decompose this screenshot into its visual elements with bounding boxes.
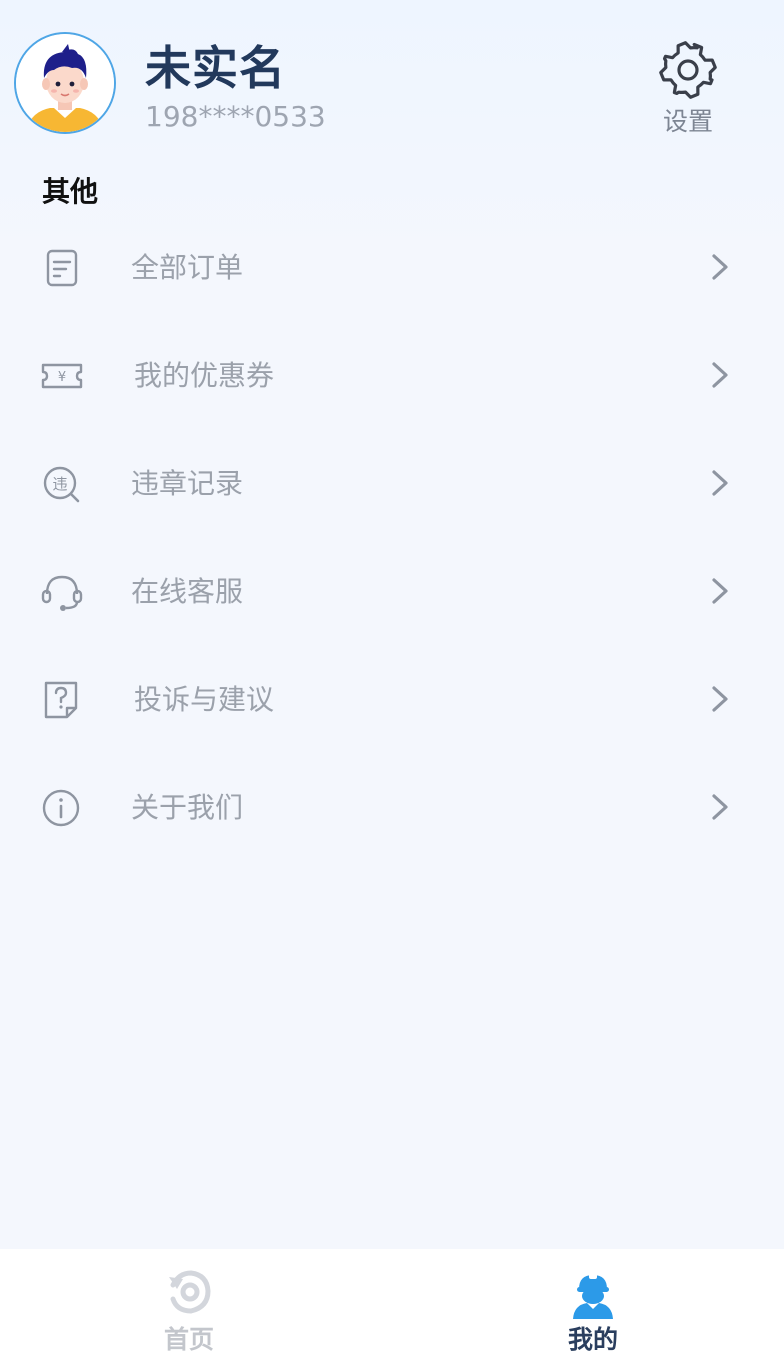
info-icon [42, 789, 80, 827]
menu-item-coupons[interactable]: ¥ 我的优惠券 [0, 320, 784, 428]
menu-item-label: 关于我们 [131, 791, 244, 824]
gear-icon [659, 41, 717, 99]
menu-item-label: 违章记录 [131, 467, 244, 500]
menu-item-orders[interactable]: 全部订单 [0, 212, 784, 320]
coupon-icon: ¥ [41, 363, 83, 389]
settings-button[interactable]: 设置 [650, 36, 726, 136]
menu-item-label: 我的优惠券 [134, 359, 275, 392]
menu-item-label: 在线客服 [131, 575, 244, 608]
menu-item-customer-service[interactable]: 在线客服 [0, 536, 784, 644]
tab-mine-label: 我的 [567, 1325, 618, 1354]
tab-mine[interactable]: 我的 [493, 1249, 693, 1361]
home-icon [169, 1270, 211, 1314]
section-title: 其他 [42, 175, 99, 208]
chevron-right-icon [712, 362, 728, 388]
menu-item-violations[interactable]: 违 违章记录 [0, 428, 784, 536]
tab-home-label: 首页 [163, 1325, 214, 1354]
avatar[interactable] [14, 32, 116, 134]
menu-item-label: 投诉与建议 [134, 683, 275, 716]
settings-label: 设置 [662, 107, 713, 136]
avatar-illustration [16, 34, 114, 132]
user-name: 未实名 [145, 41, 286, 95]
feedback-icon [44, 681, 78, 719]
svg-text:¥: ¥ [58, 370, 66, 385]
menu-item-about[interactable]: 关于我们 [0, 752, 784, 860]
bottom-tab-bar: 首页 我的 [0, 1249, 784, 1361]
menu-item-label: 全部订单 [131, 251, 244, 284]
svg-text:违: 违 [52, 475, 67, 493]
menu-item-feedback[interactable]: 投诉与建议 [0, 644, 784, 752]
tab-home[interactable]: 首页 [89, 1249, 289, 1361]
user-phone: 198****0533 [145, 100, 326, 133]
headset-icon [41, 575, 83, 611]
profile-header: 未实名 198****0533 设置 [0, 0, 784, 160]
chevron-right-icon [712, 794, 728, 820]
user-icon [573, 1273, 613, 1319]
chevron-right-icon [712, 578, 728, 604]
chevron-right-icon [712, 254, 728, 280]
chevron-right-icon [712, 686, 728, 712]
chevron-right-icon [712, 470, 728, 496]
order-list-icon [46, 249, 78, 287]
violation-record-icon: 违 [43, 466, 80, 503]
menu-list: 全部订单 ¥ 我的优惠券 违 违章记录 在线客服 投诉与建议 关于我们 [0, 212, 784, 860]
